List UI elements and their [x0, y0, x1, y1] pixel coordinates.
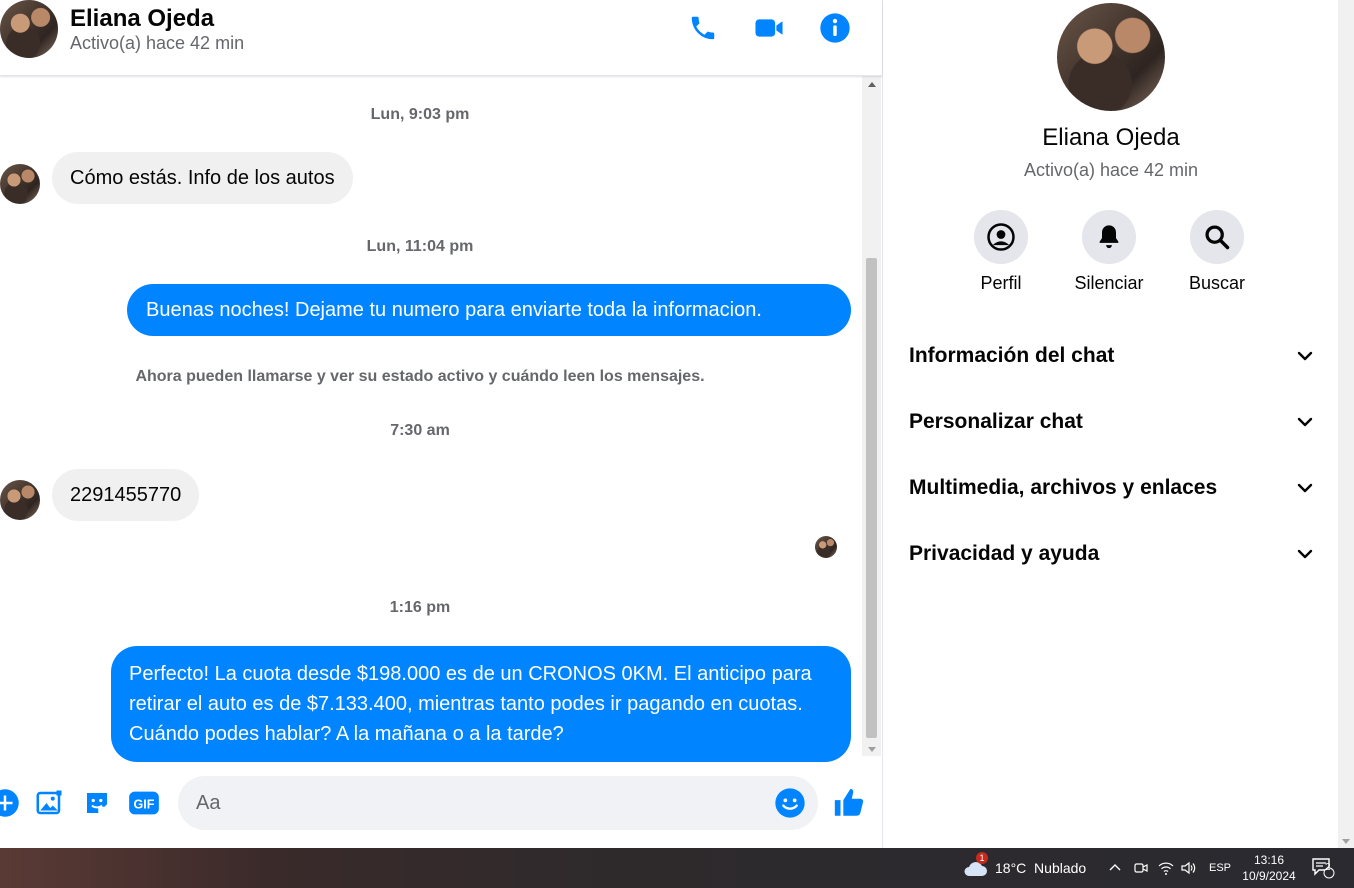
contact-status: Activo(a) hace 42 min: [70, 33, 245, 53]
gif-button[interactable]: GIF: [127, 786, 161, 820]
scroll-up-arrow[interactable]: [868, 82, 876, 87]
chat-window: Eliana Ojeda Activo(a) hace 42 min Lun, …: [0, 0, 882, 848]
scroll-down-arrow[interactable]: [1342, 839, 1350, 844]
profile-avatar[interactable]: [1057, 3, 1165, 111]
attach-image-button[interactable]: [32, 786, 66, 820]
profile-icon: [987, 223, 1015, 251]
message-input[interactable]: [196, 786, 756, 820]
weather-widget[interactable]: 1 18°C Nublado: [962, 848, 1086, 888]
section-label: Información del chat: [909, 344, 1115, 367]
emoji-icon[interactable]: [774, 787, 806, 819]
sticker-button[interactable]: [80, 786, 114, 820]
clock-time: 13:16: [1253, 853, 1285, 867]
contact-name[interactable]: Eliana Ojeda: [70, 5, 214, 33]
outgoing-message[interactable]: Perfecto! La cuota desde $198.000 es de …: [111, 646, 851, 762]
search-icon: [1205, 225, 1230, 250]
clock-date: 10/9/2024: [1242, 869, 1296, 883]
more-actions-button[interactable]: [0, 786, 22, 820]
profile-action-button[interactable]: Perfil: [951, 210, 1051, 294]
message-timestamp: Lun, 11:04 pm: [366, 238, 474, 255]
message-scrollbar[interactable]: [862, 76, 881, 756]
seen-receipt-avatar: [815, 536, 837, 558]
bell-icon: [1099, 225, 1119, 249]
thumbs-up-icon: [834, 788, 864, 816]
sticker-icon: [87, 793, 107, 813]
panel-contact-status: Activo(a) hace 42 min: [1023, 160, 1199, 180]
conversation-info-button[interactable]: [815, 8, 855, 48]
panel-contact-name: Eliana Ojeda: [1042, 124, 1180, 151]
section-privacy-help[interactable]: Privacidad y ayuda: [909, 532, 1315, 576]
info-icon: [820, 13, 850, 43]
profile-action-circle[interactable]: [974, 210, 1028, 264]
conversation-info-panel: Eliana Ojeda Activo(a) hace 42 min Perfi…: [882, 0, 1338, 848]
sender-avatar[interactable]: [0, 164, 40, 204]
scroll-thumb[interactable]: [866, 258, 877, 738]
volume-icon[interactable]: [1180, 848, 1196, 888]
gif-label: GIF: [134, 798, 155, 812]
send-like-button[interactable]: [832, 786, 866, 820]
language-indicator[interactable]: ESP: [1209, 848, 1231, 888]
section-label: Personalizar chat: [909, 410, 1083, 433]
video-camera-icon: [755, 19, 783, 37]
video-call-button[interactable]: [749, 8, 789, 48]
taskbar-clock[interactable]: 13:16 10/9/2024: [1238, 852, 1300, 884]
message-timestamp: 7:30 am: [390, 422, 450, 439]
plus-icon: [0, 789, 19, 817]
sender-avatar[interactable]: [0, 480, 40, 520]
mute-action-circle[interactable]: [1082, 210, 1136, 264]
section-label: Privacidad y ayuda: [909, 542, 1100, 565]
message-list: Lun, 9:03 pm Cómo estás. Info de los aut…: [0, 76, 862, 764]
messenger-app: Eliana Ojeda Activo(a) hace 42 min Lun, …: [0, 0, 1354, 848]
image-icon: [36, 790, 62, 815]
gif-icon: GIF: [129, 791, 159, 815]
chevron-down-icon: [1297, 351, 1313, 361]
mute-action-button[interactable]: Silenciar: [1059, 210, 1159, 294]
weather-text: 18°C Nublado: [995, 860, 1087, 876]
system-notice: Ahora pueden llamarse y ver su estado ac…: [135, 368, 705, 385]
section-label: Multimedia, archivos y enlaces: [909, 476, 1218, 499]
contact-avatar[interactable]: [0, 0, 58, 58]
notification-center-button[interactable]: 2: [1311, 848, 1335, 888]
search-action-circle[interactable]: [1190, 210, 1244, 264]
search-action-button[interactable]: Buscar: [1167, 210, 1267, 294]
phone-icon: [691, 16, 715, 40]
chevron-down-icon: [1297, 483, 1313, 493]
search-action-label: Buscar: [1188, 273, 1246, 293]
profile-action-label: Perfil: [980, 273, 1022, 293]
page-scrollbar[interactable]: [1338, 0, 1354, 848]
cloud-icon: 1: [962, 852, 988, 878]
audio-call-button[interactable]: [683, 8, 723, 48]
message-input-container: [178, 776, 818, 830]
message-timestamp: 1:16 pm: [389, 599, 451, 616]
chat-bubble-icon: [1312, 858, 1335, 879]
outgoing-message[interactable]: Buenas noches! Dejame tu numero para env…: [127, 284, 851, 336]
windows-taskbar: 1 18°C Nublado ESP 13:16 10/9/2024 2: [0, 848, 1354, 888]
section-chat-info[interactable]: Información del chat: [909, 334, 1315, 378]
chevron-down-icon: [1297, 417, 1313, 427]
meet-now-icon[interactable]: [1133, 848, 1149, 888]
chevron-down-icon: [1297, 549, 1313, 559]
section-customize-chat[interactable]: Personalizar chat: [909, 400, 1315, 444]
weather-badge: 1: [976, 852, 988, 864]
message-composer: GIF: [0, 764, 882, 848]
wifi-icon[interactable]: [1158, 848, 1174, 888]
show-hidden-icons-button[interactable]: [1108, 848, 1122, 888]
incoming-message[interactable]: Cómo estás. Info de los autos: [52, 152, 353, 204]
chat-header: Eliana Ojeda Activo(a) hace 42 min: [0, 0, 882, 76]
notification-count: 2: [1325, 862, 1331, 873]
message-timestamp: Lun, 9:03 pm: [370, 106, 470, 123]
chevron-up-icon: [1109, 864, 1121, 871]
mute-action-label: Silenciar: [1074, 273, 1144, 293]
scroll-down-arrow[interactable]: [868, 747, 876, 752]
section-media-files-links[interactable]: Multimedia, archivos y enlaces: [909, 466, 1315, 510]
incoming-message[interactable]: 2291455770: [52, 469, 200, 521]
